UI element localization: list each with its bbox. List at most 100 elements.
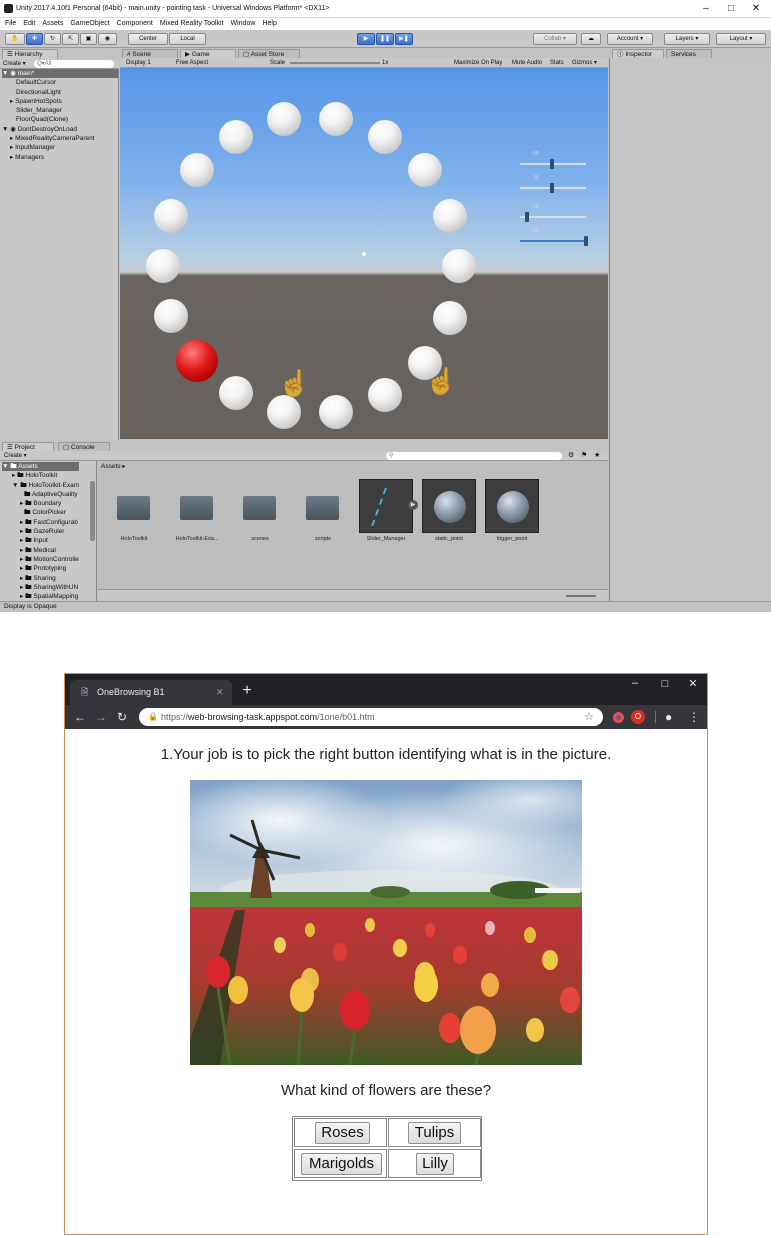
account-dropdown[interactable]: Account ▾ xyxy=(607,33,653,45)
menu-assets[interactable]: Assets xyxy=(42,20,63,27)
menu-gameobject[interactable]: GameObject xyxy=(70,20,109,27)
pivot-center-button[interactable]: Center xyxy=(128,33,168,45)
browser-maximize-button[interactable]: □ xyxy=(650,674,680,694)
lilly-button[interactable]: Lilly xyxy=(416,1153,454,1175)
menu-mixed-reality-toolkit[interactable]: Mixed Reality Toolkit xyxy=(160,20,224,27)
favorite-star-icon[interactable]: ★ xyxy=(594,451,600,461)
dont-destroy-on-load[interactable]: ▼ ◉ DontDestroyOnLoad xyxy=(2,125,118,134)
folder-icon[interactable] xyxy=(180,496,213,520)
pivot-local-button[interactable]: Local xyxy=(169,33,206,45)
game-slider[interactable] xyxy=(520,159,586,169)
hierarchy-item[interactable]: DefaultCursor xyxy=(2,78,118,87)
transform-tool-icon[interactable]: ◉ xyxy=(98,33,117,45)
marigolds-button[interactable]: Marigolds xyxy=(301,1153,382,1175)
slider-knob[interactable] xyxy=(584,236,588,246)
scene-root-main[interactable]: ▼ ◉ main* xyxy=(2,69,118,79)
tab-hierarchy[interactable]: ☰ Hierarchy xyxy=(2,49,58,59)
hierarchy-item[interactable]: FloorQuad(Clone) xyxy=(2,115,118,124)
slider-knob[interactable] xyxy=(550,183,554,193)
address-bar[interactable]: 🔒 https://web-browsing-task.appspot.com/… xyxy=(139,708,603,726)
aspect-dropdown[interactable]: Free Aspect xyxy=(176,58,208,68)
project-folder[interactable]: ▸ 🖿 GazeRuler xyxy=(2,527,79,536)
hand-tool-icon[interactable]: ✋ xyxy=(5,33,25,45)
filter-type-icon[interactable]: ⚙ xyxy=(568,451,574,461)
tulips-button[interactable]: Tulips xyxy=(408,1122,461,1144)
back-arrow-icon[interactable]: ← xyxy=(74,708,86,726)
game-view[interactable]: ☝ ☝ 60 30 20 80 xyxy=(120,68,608,439)
layers-dropdown[interactable]: Layers ▾ xyxy=(664,33,710,45)
prefab-slider-manager[interactable] xyxy=(359,479,413,533)
bookmark-star-icon[interactable]: ☆ xyxy=(584,708,594,726)
browser-minimize-button[interactable]: – xyxy=(620,674,650,694)
close-button[interactable]: ✕ xyxy=(743,0,769,18)
hierarchy-item[interactable]: DirectionalLight xyxy=(2,88,118,97)
project-folder[interactable]: ▸ 🖿 Sharing xyxy=(2,574,79,583)
hierarchy-item[interactable]: ▸ Managers xyxy=(2,153,118,162)
project-folder[interactable]: ▸ 🖿 HoloToolkit xyxy=(2,471,79,480)
maximize-button[interactable]: □ xyxy=(718,0,744,18)
hierarchy-item[interactable]: ▸ MixedRealityCameraParent xyxy=(2,134,118,143)
game-slider[interactable] xyxy=(520,212,586,222)
reload-icon[interactable]: ↻ xyxy=(117,708,127,726)
folder-icon[interactable] xyxy=(117,496,150,520)
game-slider[interactable] xyxy=(520,183,586,193)
game-slider[interactable] xyxy=(520,236,588,246)
menu-help[interactable]: Help xyxy=(262,20,276,27)
prefab-static-point[interactable] xyxy=(422,479,476,533)
layout-dropdown[interactable]: Layout ▾ xyxy=(716,33,766,45)
browser-close-button[interactable]: ✕ xyxy=(679,674,707,694)
profile-avatar-icon[interactable]: ● xyxy=(665,708,672,726)
hierarchy-create-button[interactable]: Create ▾ xyxy=(3,59,26,69)
folder-icon[interactable] xyxy=(243,496,276,520)
mute-audio-toggle[interactable]: Mute Audio xyxy=(512,58,542,68)
hierarchy-item[interactable]: Slider_Manager xyxy=(2,106,118,115)
icon-size-slider[interactable] xyxy=(566,595,596,597)
gizmos-dropdown[interactable]: Gizmos ▾ xyxy=(572,58,597,68)
hierarchy-item[interactable]: ▸ SpawnHotSpots xyxy=(2,97,118,106)
menu-edit[interactable]: Edit xyxy=(23,20,35,27)
project-folder[interactable]: 🖿 AdaptiveQuality xyxy=(2,490,79,499)
project-folder[interactable]: ▸ 🖿 Input xyxy=(2,536,79,545)
browser-tab[interactable]: 🗎 OneBrowsing B1 ✕ xyxy=(70,680,232,705)
project-folder[interactable]: ▸ 🖿 FastConfigurab xyxy=(2,518,79,527)
maximize-on-play-toggle[interactable]: Maximize On Play xyxy=(454,58,502,68)
new-tab-button[interactable]: + xyxy=(237,681,257,701)
project-folder[interactable]: ▼ 🖿 HoloToolkit-Exam xyxy=(2,481,79,490)
filter-label-icon[interactable]: ⚑ xyxy=(581,451,587,461)
extension-icon[interactable]: O xyxy=(631,710,645,724)
minimize-button[interactable]: – xyxy=(693,0,719,18)
slider-knob[interactable] xyxy=(550,159,554,169)
rect-tool-icon[interactable]: ▣ xyxy=(80,33,97,45)
expand-prefab-icon[interactable]: ▶ xyxy=(408,500,418,510)
collab-dropdown[interactable]: Collab ▾ xyxy=(533,33,577,45)
project-folder[interactable]: ▸ 🖿 Medical xyxy=(2,546,79,555)
project-folder[interactable]: 🖿 ColorPicker xyxy=(2,508,79,517)
hierarchy-search-input[interactable]: Q▾All xyxy=(34,60,114,68)
prefab-trigger-point[interactable] xyxy=(485,479,539,533)
menu-file[interactable]: File xyxy=(5,20,16,27)
step-button[interactable]: ▶❚ xyxy=(395,33,413,45)
rotate-tool-icon[interactable]: ↻ xyxy=(44,33,61,45)
project-folder[interactable]: ▸ 🖿 Prototyping xyxy=(2,564,79,573)
cloud-icon[interactable]: ☁ xyxy=(581,33,601,45)
stats-toggle[interactable]: Stats xyxy=(550,58,564,68)
menu-kebab-icon[interactable]: ⋮ xyxy=(688,708,700,726)
roses-button[interactable]: Roses xyxy=(315,1122,370,1144)
close-tab-icon[interactable]: ✕ xyxy=(216,680,224,705)
pause-button[interactable]: ❚❚ xyxy=(376,33,394,45)
project-folder[interactable]: ▸ 🖿 Boundary xyxy=(2,499,79,508)
project-tree-scrollbar[interactable] xyxy=(90,481,95,541)
scale-slider[interactable] xyxy=(290,62,380,64)
menu-window[interactable]: Window xyxy=(231,20,256,27)
scale-tool-icon[interactable]: ⇱ xyxy=(62,33,79,45)
asset-breadcrumb[interactable]: Assets ▸ xyxy=(101,462,126,470)
slider-knob[interactable] xyxy=(525,212,529,222)
project-folder[interactable]: ▸ 🖿 SharingWithUN xyxy=(2,583,79,592)
project-create-button[interactable]: Create ▾ xyxy=(4,451,27,461)
play-button[interactable]: ▶ xyxy=(357,33,375,45)
record-extension-icon[interactable] xyxy=(613,712,624,723)
project-folder[interactable]: ▸ 🖿 MotionControlle xyxy=(2,555,79,564)
project-search-input[interactable]: ⚲ xyxy=(386,452,562,460)
folder-icon[interactable] xyxy=(306,496,339,520)
forward-arrow-icon[interactable]: → xyxy=(95,708,107,726)
